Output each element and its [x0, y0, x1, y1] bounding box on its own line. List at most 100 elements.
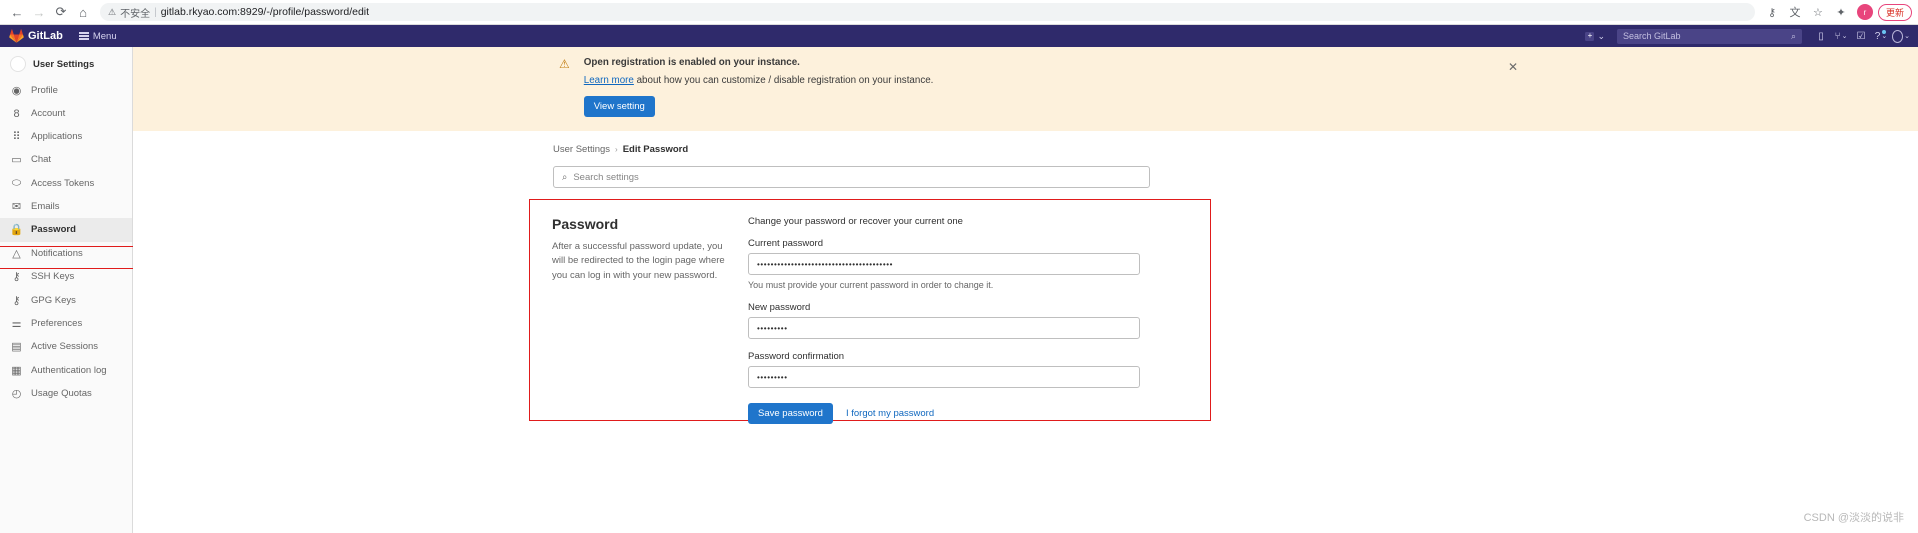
- sidebar-item-account[interactable]: 8 Account: [0, 102, 132, 124]
- profile-icon: ◉: [11, 85, 22, 98]
- sidebar-item-usage-quotas[interactable]: ◴ Usage Quotas: [0, 382, 132, 405]
- browser-actions: ⚷ 文 ☆ ✦ r 更新: [1761, 1, 1912, 23]
- sidebar-item-authentication-log[interactable]: ▦ Authentication log: [0, 359, 132, 382]
- chat-icon: ▭: [11, 154, 22, 167]
- gitlab-search-placeholder: Search GitLab: [1623, 31, 1681, 41]
- gitlab-search-input[interactable]: Search GitLab ⌕: [1617, 28, 1802, 44]
- password-form: Password After a successful password upd…: [530, 200, 1210, 424]
- password-icon: 🔒: [9, 224, 24, 237]
- sidebar-item-profile[interactable]: ◉ Profile: [0, 79, 132, 102]
- chevron-down-icon: ⌄: [1904, 33, 1910, 40]
- new-password-input[interactable]: •••••••••: [748, 317, 1140, 339]
- current-password-input[interactable]: ••••••••••••••••••••••••••••••••••••••••: [748, 253, 1140, 275]
- gitlab-logo-icon[interactable]: [8, 29, 24, 43]
- back-icon[interactable]: ←: [6, 1, 28, 23]
- breadcrumb-current: Edit Password: [622, 144, 689, 155]
- active-sessions-icon: ▤: [11, 341, 22, 354]
- password-confirmation-input[interactable]: •••••••••: [748, 366, 1140, 388]
- notifications-icon: △: [12, 247, 21, 260]
- browser-profile-avatar[interactable]: r: [1856, 4, 1873, 20]
- sidebar-item-label: Chat: [31, 154, 52, 166]
- password-form-actions: Save password I forgot my password: [748, 403, 1188, 424]
- gitlab-navbar: GitLab Menu + ⌄ Search GitLab ⌕ ▯ ⑂ ⌄ ☑ …: [0, 25, 1918, 47]
- sidebar-item-label: Account: [31, 108, 66, 120]
- sidebar-nav-list: ◉ Profile 8 Account ⠿ Applications ▭ Chat ⬭ Acces…: [0, 79, 132, 405]
- forward-icon[interactable]: →: [28, 1, 50, 23]
- sidebar-item-active-sessions[interactable]: ▤ Active Sessions: [0, 335, 132, 358]
- view-setting-button[interactable]: View setting: [583, 96, 655, 117]
- sidebar-item-password[interactable]: 🔒 Password: [0, 218, 132, 242]
- sidebar-item-ssh-keys[interactable]: ⚷ SSH Keys: [0, 265, 132, 288]
- main-content: ⚠ Open registration is enabled on your i…: [133, 47, 1918, 533]
- merge-requests-button[interactable]: ⑂ ⌄: [1832, 27, 1850, 45]
- page-body: User Settings ◉ Profile 8 Account ⠿ Applicati…: [0, 47, 1918, 533]
- address-bar[interactable]: ⚠ 不安全 | gitlab.rkyao.com:8929/-/profile/…: [100, 3, 1755, 21]
- annotation-box-password-form: Password After a successful password upd…: [529, 199, 1211, 424]
- issues-icon[interactable]: ▯: [1812, 27, 1830, 45]
- banner-body: Learn more about how you can customize /…: [584, 75, 934, 86]
- update-button[interactable]: 更新: [1877, 3, 1912, 21]
- sidebar-item-chat[interactable]: ▭ Chat: [0, 148, 132, 171]
- sidebar-item-label: Preferences: [31, 317, 83, 329]
- save-password-button[interactable]: Save password: [748, 403, 833, 424]
- search-icon: ⌕: [562, 171, 568, 183]
- translate-icon[interactable]: 文: [1784, 1, 1806, 23]
- sidebar-item-emails[interactable]: ✉ Emails: [0, 195, 132, 218]
- preferences-icon: ⚌: [11, 317, 22, 330]
- user-menu-button[interactable]: ⌄: [1892, 27, 1910, 45]
- close-icon[interactable]: ✕: [1508, 61, 1518, 73]
- ssh-keys-icon: ⚷: [12, 271, 21, 284]
- account-icon: 8: [13, 107, 20, 120]
- help-button[interactable]: ? ⌄: [1872, 27, 1890, 45]
- merge-request-icon: ⑂: [1834, 30, 1841, 42]
- watermark: CSDN @淡淡的说非: [1803, 512, 1904, 524]
- gitlab-brand: GitLab: [28, 30, 63, 42]
- todos-icon[interactable]: ☑: [1852, 27, 1870, 45]
- notification-dot-icon: [1882, 30, 1886, 34]
- gpg-keys-icon: ⚷: [12, 294, 21, 307]
- avatar: [10, 56, 26, 72]
- sidebar-item-label: Authentication log: [31, 364, 107, 376]
- password-form-description-column: Password After a successful password upd…: [552, 216, 748, 424]
- current-password-label: Current password: [748, 238, 823, 249]
- home-icon[interactable]: ⌂: [72, 1, 94, 23]
- sidebar-item-access-tokens[interactable]: ⬭ Access Tokens: [0, 172, 132, 195]
- emails-icon: ✉: [11, 201, 22, 214]
- sidebar-item-applications[interactable]: ⠿ Applications: [0, 125, 132, 148]
- applications-icon: ⠿: [12, 130, 21, 143]
- avatar: [1892, 29, 1904, 43]
- password-form-description: After a successful password update, you …: [552, 241, 725, 281]
- current-password-hint: You must provide your current password i…: [748, 280, 994, 290]
- sidebar-title: User Settings: [33, 58, 95, 70]
- search-settings-input[interactable]: ⌕ Search settings: [553, 166, 1150, 188]
- bookmark-star-icon[interactable]: ☆: [1807, 1, 1829, 23]
- sidebar-item-preferences[interactable]: ⚌ Preferences: [0, 312, 132, 335]
- sidebar-item-gpg-keys[interactable]: ⚷ GPG Keys: [0, 288, 132, 311]
- sidebar-item-label: Applications: [31, 130, 83, 142]
- banner-headline: Open registration is enabled on your ins…: [583, 57, 800, 68]
- sidebar-item-notifications[interactable]: △ Notifications: [0, 242, 132, 265]
- key-icon[interactable]: ⚷: [1761, 1, 1783, 23]
- password-confirmation-label: Password confirmation: [748, 351, 845, 362]
- sidebar-item-label: Emails: [31, 201, 60, 213]
- new-password-label: New password: [748, 302, 811, 313]
- sidebar-item-label: Access Tokens: [31, 177, 95, 189]
- access-tokens-icon: ⬭: [11, 176, 22, 189]
- sidebar-item-label: Profile: [31, 85, 58, 97]
- plus-icon: +: [1585, 31, 1595, 41]
- banner-inner: ⚠ Open registration is enabled on your i…: [559, 57, 933, 117]
- sidebar-item-label: SSH Keys: [31, 271, 75, 283]
- learn-more-link[interactable]: Learn more: [584, 75, 634, 86]
- sidebar-item-label: Password: [31, 224, 76, 236]
- navbar-menu-button[interactable]: Menu: [78, 30, 117, 42]
- forgot-password-link[interactable]: I forgot my password: [846, 408, 934, 419]
- reload-icon[interactable]: ⟳: [50, 1, 72, 23]
- navbar-menu-label: Menu: [92, 30, 117, 42]
- breadcrumb-parent-link[interactable]: User Settings: [553, 144, 610, 155]
- search-icon: ⌕: [1790, 30, 1796, 41]
- extensions-icon[interactable]: ✦: [1830, 1, 1852, 23]
- breadcrumb-separator: ›: [615, 145, 618, 154]
- authentication-log-icon: ▦: [11, 364, 22, 377]
- not-secure-label: 不安全: [120, 8, 151, 20]
- create-new-button[interactable]: + ⌄: [1585, 31, 1605, 42]
